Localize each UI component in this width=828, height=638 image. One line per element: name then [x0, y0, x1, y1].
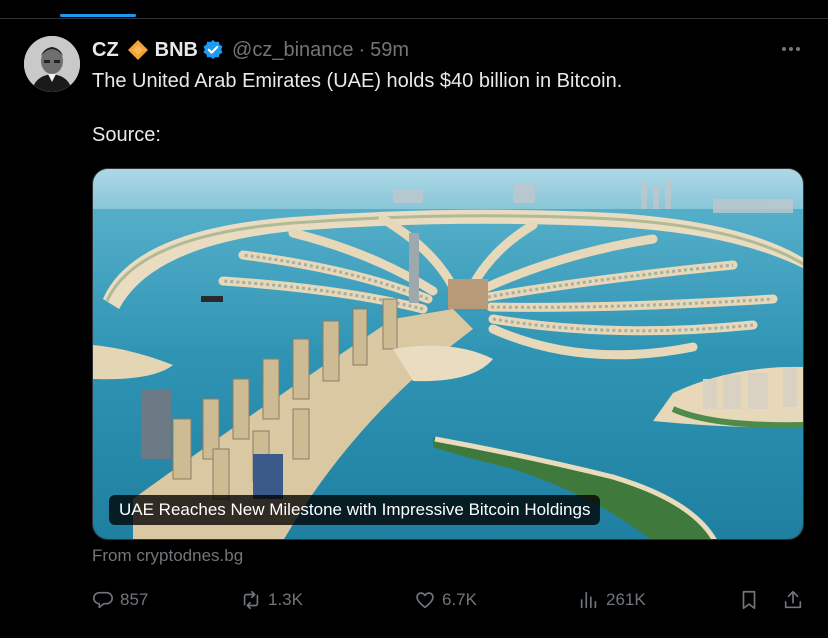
bookmark-button[interactable] — [738, 586, 760, 614]
bookmark-icon — [742, 590, 756, 610]
timestamp[interactable]: 59m — [370, 39, 409, 62]
separator-dot: · — [358, 38, 366, 61]
like-count: 6.7K — [442, 590, 477, 609]
more-options-icon[interactable] — [778, 40, 804, 58]
like-button[interactable]: 6.7K — [414, 586, 477, 614]
affiliate-label[interactable]: BNB — [155, 39, 198, 62]
avatar[interactable] — [24, 36, 80, 92]
views-count: 261K — [606, 590, 646, 609]
top-divider — [0, 18, 828, 19]
reply-count: 857 — [120, 590, 149, 609]
bnb-diamond-icon — [127, 39, 149, 61]
display-name[interactable]: CZ — [92, 39, 119, 62]
link-card[interactable]: UAE Reaches New Milestone with Impressiv… — [92, 168, 804, 540]
views-chart-icon — [580, 591, 597, 609]
share-button[interactable] — [782, 586, 804, 614]
repost-count: 1.3K — [268, 590, 303, 609]
tweet-header: CZ BNB @cz_binance · 59m — [92, 36, 409, 64]
repost-button[interactable]: 1.3K — [240, 586, 303, 614]
repost-icon — [243, 590, 259, 610]
handle[interactable]: @cz_binance — [232, 39, 353, 62]
heart-icon — [416, 592, 434, 609]
tab-indicator — [60, 14, 136, 17]
reply-icon — [93, 591, 113, 609]
share-icon — [784, 590, 802, 609]
reply-button[interactable]: 857 — [92, 586, 148, 614]
verified-badge-icon[interactable] — [202, 39, 224, 61]
tweet-text: The United Arab Emirates (UAE) holds $40… — [92, 70, 623, 92]
action-bar: 857 1.3K 6.7K 261K — [92, 586, 804, 614]
tweet-source-label: Source: — [92, 124, 161, 146]
card-title: UAE Reaches New Milestone with Impressiv… — [119, 500, 591, 519]
card-source-domain[interactable]: From cryptodnes.bg — [92, 546, 243, 566]
card-title-overlay: UAE Reaches New Milestone with Impressiv… — [109, 495, 601, 525]
card-image — [93, 169, 803, 539]
views-button[interactable]: 261K — [578, 586, 646, 614]
